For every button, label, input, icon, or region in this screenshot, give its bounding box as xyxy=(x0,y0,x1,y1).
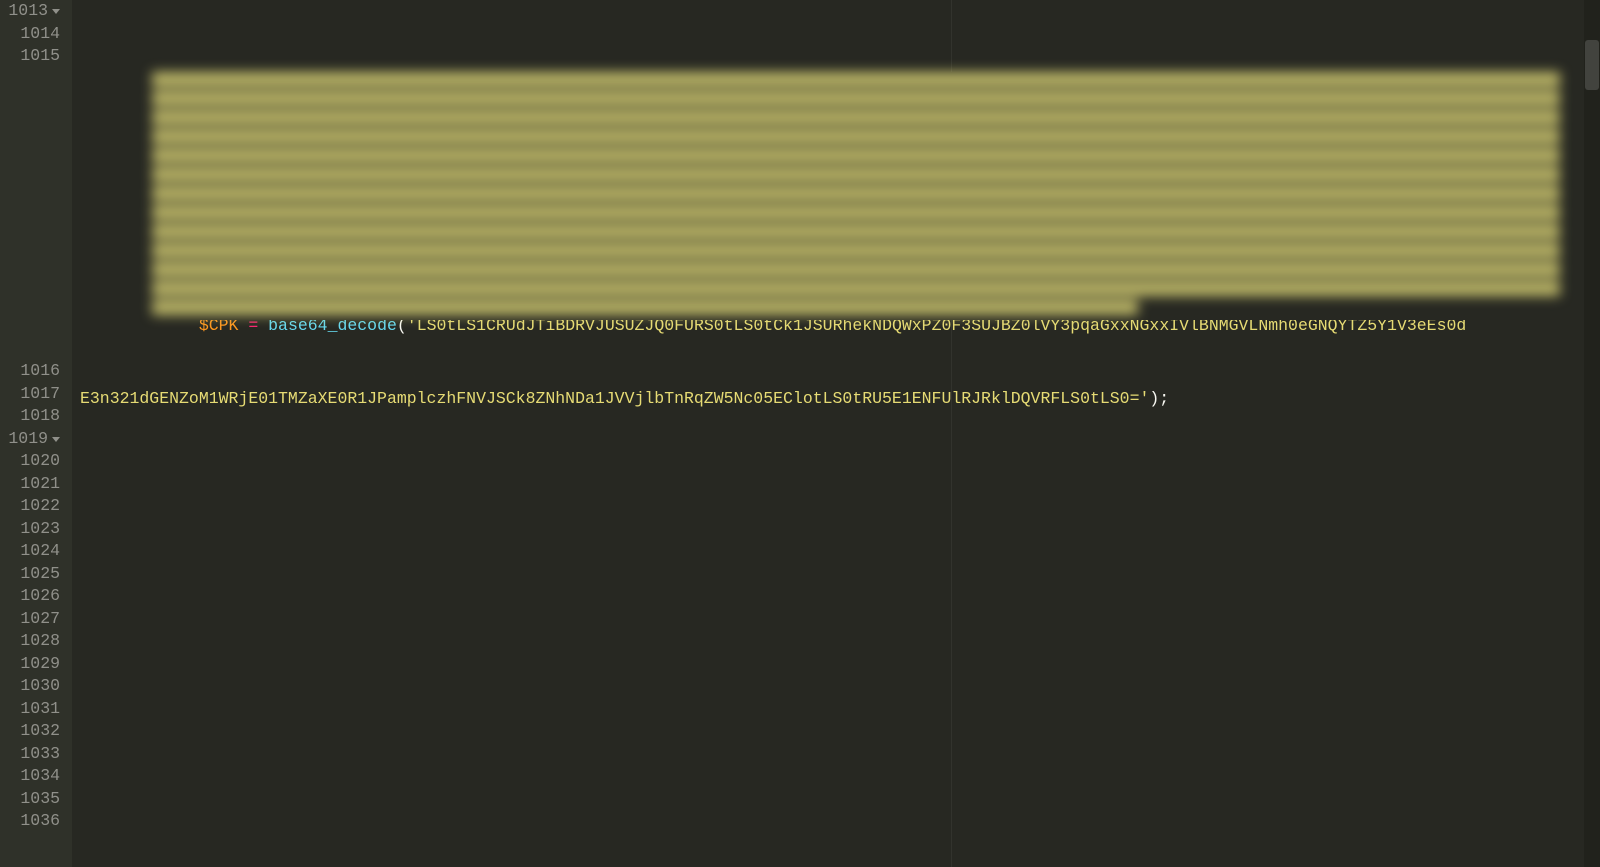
line-number xyxy=(0,203,60,226)
line-number[interactable]: 1020 xyxy=(0,450,60,473)
wrapped-base64-block xyxy=(72,428,1600,698)
line-number[interactable]: 1018 xyxy=(0,405,60,428)
line-number xyxy=(0,180,60,203)
line-number[interactable]: 1026 xyxy=(0,585,60,608)
line-number[interactable]: 1030 xyxy=(0,675,60,698)
line-number[interactable]: 1017 xyxy=(0,383,60,406)
code-area[interactable]: public function redirectErrorPage(){ $dt… xyxy=(72,0,1600,867)
line-number[interactable]: 1032 xyxy=(0,720,60,743)
line-number[interactable]: 1021 xyxy=(0,473,60,496)
line-number[interactable]: 1029 xyxy=(0,653,60,676)
line-number xyxy=(0,248,60,271)
line-number[interactable]: 1019 xyxy=(0,428,60,451)
line-number[interactable]: 1023 xyxy=(0,518,60,541)
line-number[interactable]: 1036 xyxy=(0,810,60,833)
line-number xyxy=(0,68,60,91)
line-number[interactable]: 1024 xyxy=(0,540,60,563)
line-number xyxy=(0,270,60,293)
line-number[interactable]: 1035 xyxy=(0,788,60,811)
line-number xyxy=(0,225,60,248)
line-number[interactable]: 1014 xyxy=(0,23,60,46)
line-number[interactable]: 1025 xyxy=(0,563,60,586)
line-number xyxy=(0,158,60,181)
vertical-scrollbar[interactable] xyxy=(1584,0,1600,867)
line-number[interactable]: 1031 xyxy=(0,698,60,721)
line-number[interactable]: 1034 xyxy=(0,765,60,788)
line-number[interactable]: 1028 xyxy=(0,630,60,653)
line-number xyxy=(0,113,60,136)
line-number[interactable]: 1027 xyxy=(0,608,60,631)
line-number xyxy=(0,293,60,316)
scrollbar-thumb[interactable] xyxy=(1585,40,1599,90)
line-number[interactable]: 1022 xyxy=(0,495,60,518)
code-editor: 1013 1014 1015 1016 1017 1018 1019 1020 … xyxy=(0,0,1600,867)
redacted-key-overlay xyxy=(152,72,1560,320)
line-number[interactable]: 1013 xyxy=(0,0,60,23)
line-number[interactable]: 1016 xyxy=(0,360,60,383)
line-number xyxy=(0,338,60,361)
line-number[interactable]: 1033 xyxy=(0,743,60,766)
line-number xyxy=(0,90,60,113)
line-number xyxy=(0,135,60,158)
line-number[interactable]: 1015 xyxy=(0,45,60,68)
code-line[interactable]: E3n321dGENZoM1WRjE01TMZaXE0R1JPamplczhFN… xyxy=(80,388,1169,411)
fold-toggle-icon[interactable] xyxy=(52,0,60,8)
fold-toggle-icon[interactable] xyxy=(52,428,60,436)
line-number xyxy=(0,315,60,338)
line-number-gutter[interactable]: 1013 1014 1015 1016 1017 1018 1019 1020 … xyxy=(0,0,72,867)
